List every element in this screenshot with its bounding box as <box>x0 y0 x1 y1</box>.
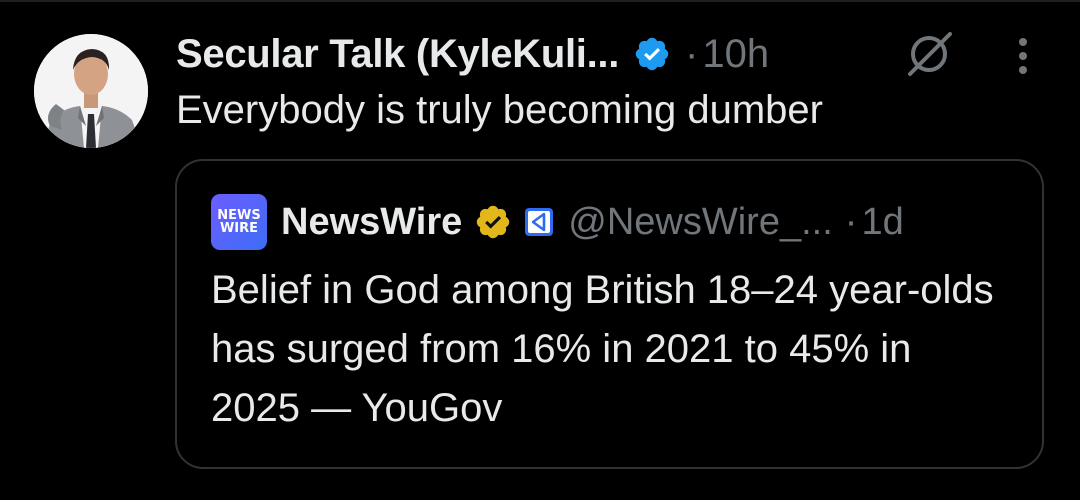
tweet-time[interactable]: 10h <box>702 32 769 77</box>
tweet-header: Secular Talk (KyleKuli... · 10h <box>176 26 769 82</box>
tweet[interactable]: Secular Talk (KyleKuli... · 10h Everybod… <box>0 0 1080 500</box>
quote-text: Belief in God among British 18–24 year-o… <box>211 268 994 430</box>
quote-avatar[interactable]: NEWS WIRE <box>211 194 267 250</box>
gold-verified-badge-icon[interactable] <box>474 203 512 241</box>
quoted-tweet-card[interactable]: NEWS WIRE NewsWire @NewsWire_... · 1d Be… <box>175 159 1044 469</box>
author-name[interactable]: Secular Talk (KyleKuli... <box>176 32 619 77</box>
quote-handle[interactable]: @NewsWire_... <box>568 201 833 244</box>
quote-time[interactable]: 1d <box>861 201 903 244</box>
quote-avatar-text-line2: WIRE <box>219 221 259 236</box>
meta-separator: · <box>685 31 699 76</box>
affiliate-badge-icon[interactable] <box>524 207 554 237</box>
verified-badge-icon[interactable] <box>633 35 671 73</box>
tweet-text: Everybody is truly becoming dumber <box>176 88 823 132</box>
more-vertical-icon[interactable] <box>1006 34 1040 78</box>
quote-header: NEWS WIRE NewsWire @NewsWire_... · 1d <box>211 194 904 250</box>
grok-icon[interactable] <box>902 28 958 78</box>
quote-author-name[interactable]: NewsWire <box>281 201 462 244</box>
quote-meta-separator: · <box>844 200 858 243</box>
author-avatar[interactable] <box>34 34 148 148</box>
